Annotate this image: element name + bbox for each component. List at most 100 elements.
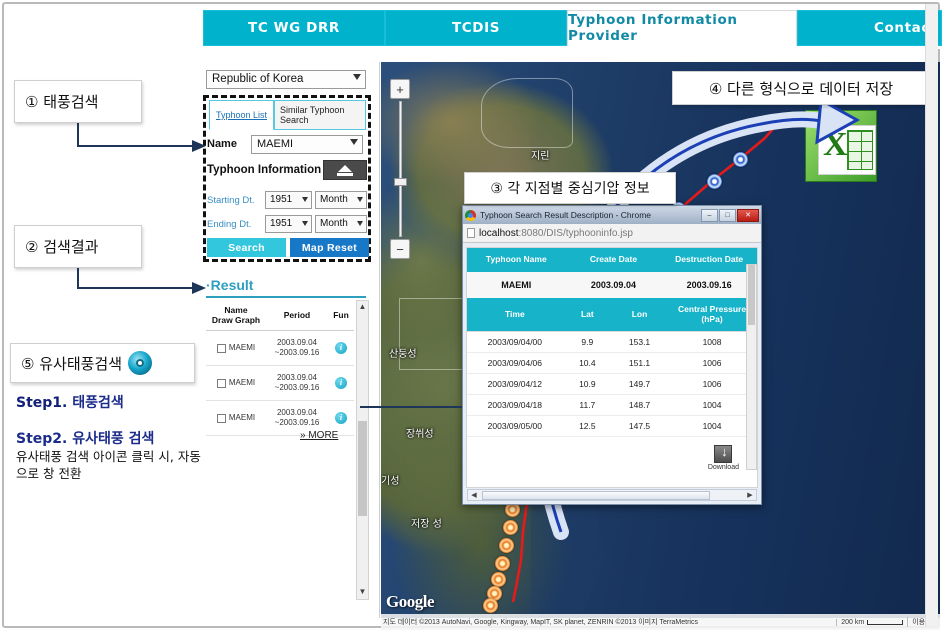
tab-typhoon-list-label: Typhoon List <box>215 110 268 120</box>
popup-url-bar[interactable]: localhost:8080/DIS/typhooninfo.jsp <box>463 224 761 243</box>
cyclone-marker[interactable] <box>499 538 514 553</box>
chevron-down-icon <box>357 197 363 202</box>
scroll-down-icon[interactable]: ▼ <box>357 587 368 598</box>
nav-tab-tcdis[interactable]: TCDIS <box>385 10 567 46</box>
map-attribution-text: 지도 데이터 ©2013 AutoNavi, Google, Kingway, … <box>383 619 698 626</box>
result-cell-name: MAEMI <box>206 400 266 437</box>
cyclone-marker[interactable] <box>483 598 498 613</box>
tab-similar-typhoon-search[interactable]: Similar Typhoon Search <box>274 100 366 130</box>
more-link[interactable]: » MORE <box>300 430 338 441</box>
map-province-border <box>481 78 573 148</box>
result-col-fun: Fun <box>328 300 354 332</box>
cyclone-marker[interactable] <box>503 520 518 535</box>
step1-text: 태풍검색 <box>72 395 124 411</box>
cyclone-marker[interactable] <box>495 556 510 571</box>
info-icon[interactable]: i <box>335 412 347 425</box>
table-row[interactable]: MAEMI 2003.09.04 ~2003.09.16 i <box>206 330 354 367</box>
step1-heading: Step1. 태풍검색 <box>16 392 206 412</box>
chevron-down-icon <box>357 221 363 226</box>
cyclone-marker[interactable] <box>771 114 786 129</box>
row-checkbox[interactable] <box>216 378 226 388</box>
map-reset-button-label: Map Reset <box>301 241 358 254</box>
typhoon-name-select[interactable]: MAEMI <box>251 134 363 154</box>
typhoon-information-label: Typhoon Information <box>207 164 322 176</box>
page-scrollbar[interactable] <box>925 4 938 626</box>
track-row: 2003/09/04/12 10.9 149.7 1006 <box>467 373 757 396</box>
cyclone-marker[interactable] <box>733 152 748 167</box>
cell-pressure: 1004 <box>667 394 757 417</box>
cyclone-marker[interactable] <box>491 572 506 587</box>
callout-2-text: ② 검색결과 <box>25 238 99 256</box>
cell-lat: 10.9 <box>562 373 612 396</box>
result-scrollbar[interactable]: ▲ ▼ <box>356 300 369 600</box>
nav-tab-typhoon-information-provider[interactable]: Typhoon Information Provider <box>567 10 797 46</box>
download-area: Download <box>467 437 757 487</box>
info-icon[interactable]: i <box>335 342 347 355</box>
scroll-right-icon[interactable]: ▶ <box>744 491 756 499</box>
map-attribution-bar: 지도 데이터 ©2013 AutoNavi, Google, Kingway, … <box>381 614 940 630</box>
zoom-slider-thumb[interactable] <box>394 178 407 186</box>
map-zoom-controls[interactable]: + − <box>390 79 410 259</box>
scrollbar-thumb[interactable] <box>358 421 367 516</box>
minimize-button[interactable]: – <box>701 208 718 222</box>
scroll-left-icon[interactable]: ◀ <box>468 491 480 499</box>
typhoon-track-table: Time Lat Lon Central Pressure (hPa) 2003… <box>467 297 757 438</box>
ending-month-select[interactable]: Month <box>315 215 367 233</box>
row-checkbox[interactable] <box>216 343 226 353</box>
starting-date-label: Starting Dt. <box>207 194 255 206</box>
cyclone-marker[interactable] <box>707 174 722 189</box>
cell-time: 2003/09/05/00 <box>467 415 563 438</box>
col-lon: Lon <box>611 297 668 333</box>
result-row-period: 2003.09.04 ~2003.09.16 <box>274 338 320 358</box>
excel-export-icon[interactable]: X <box>805 110 877 182</box>
country-select[interactable]: Republic of Korea <box>206 70 366 89</box>
track-row: 2003/09/04/18 11.7 148.7 1004 <box>467 394 757 417</box>
row-checkbox[interactable] <box>216 413 226 423</box>
typhoon-information-row: Typhoon Information <box>207 159 367 181</box>
zoom-out-button[interactable]: − <box>390 239 410 259</box>
url-host: localhost <box>479 227 519 239</box>
cell-lon: 149.7 <box>611 373 668 396</box>
callout-1-typhoon-search: ① 태풍검색 <box>14 80 142 123</box>
scroll-up-icon[interactable]: ▲ <box>357 302 368 313</box>
starting-month-select[interactable]: Month <box>315 191 367 209</box>
col-create-date: Create Date <box>565 248 662 272</box>
typhoon-information-toggle-button[interactable] <box>323 160 367 180</box>
popup-vertical-scrollbar[interactable] <box>746 264 757 470</box>
starting-year-select[interactable]: 1951 <box>265 191 312 209</box>
cell-destruction-date: 2003.09.16 <box>661 271 757 298</box>
close-button[interactable]: ✕ <box>737 208 759 222</box>
chrome-icon <box>465 209 476 221</box>
url-path: :8080/DIS/typhooninfo.jsp <box>518 227 633 239</box>
magnifier-icon <box>128 351 153 375</box>
download-button[interactable]: Download <box>708 444 739 471</box>
name-row: Name MAEMI <box>207 134 367 154</box>
popup-title-bar[interactable]: Typhoon Search Result Description - Chro… <box>463 206 761 224</box>
name-label: Name <box>207 138 237 150</box>
cell-lon: 147.5 <box>611 415 668 438</box>
zoom-in-button[interactable]: + <box>390 79 410 99</box>
country-select-value: Republic of Korea <box>212 73 304 85</box>
search-button[interactable]: Search <box>207 238 286 257</box>
steps-instructions: Step1. 태풍검색 Step2. 유사태풍 검색 유사태풍 검색 아이콘 클… <box>16 392 206 483</box>
maximize-button[interactable]: □ <box>719 208 736 222</box>
main-navigation: TC WG DRR TCDIS Typhoon Information Prov… <box>203 10 942 46</box>
scrollbar-thumb[interactable] <box>482 490 710 500</box>
typhoon-info-popup-window[interactable]: Typhoon Search Result Description - Chro… <box>462 205 762 505</box>
scrollbar-thumb[interactable] <box>748 265 755 325</box>
popup-horizontal-scrollbar[interactable]: ◀ ▶ <box>467 489 757 501</box>
zoom-slider-track[interactable] <box>399 101 402 237</box>
cell-pressure: 1004 <box>667 415 757 438</box>
nav-tab-tc-wg-drr[interactable]: TC WG DRR <box>203 10 385 46</box>
table-row[interactable]: MAEMI 2003.09.04 ~2003.09.16 i <box>206 365 354 402</box>
chevron-down-icon <box>353 74 361 80</box>
tab-typhoon-list[interactable]: Typhoon List <box>209 100 274 130</box>
map-label-jiangsu: 장쒸성 <box>406 429 434 440</box>
nav-tab-contact[interactable]: Contact <box>797 10 942 46</box>
map-reset-button[interactable]: Map Reset <box>290 238 369 257</box>
callout-5-text: ⑤ 유사태풍검색 <box>21 354 123 373</box>
search-button-label: Search <box>228 241 265 254</box>
track-header-row: Time Lat Lon Central Pressure (hPa) <box>467 297 757 333</box>
info-icon[interactable]: i <box>335 377 347 390</box>
ending-year-select[interactable]: 1951 <box>265 215 312 233</box>
